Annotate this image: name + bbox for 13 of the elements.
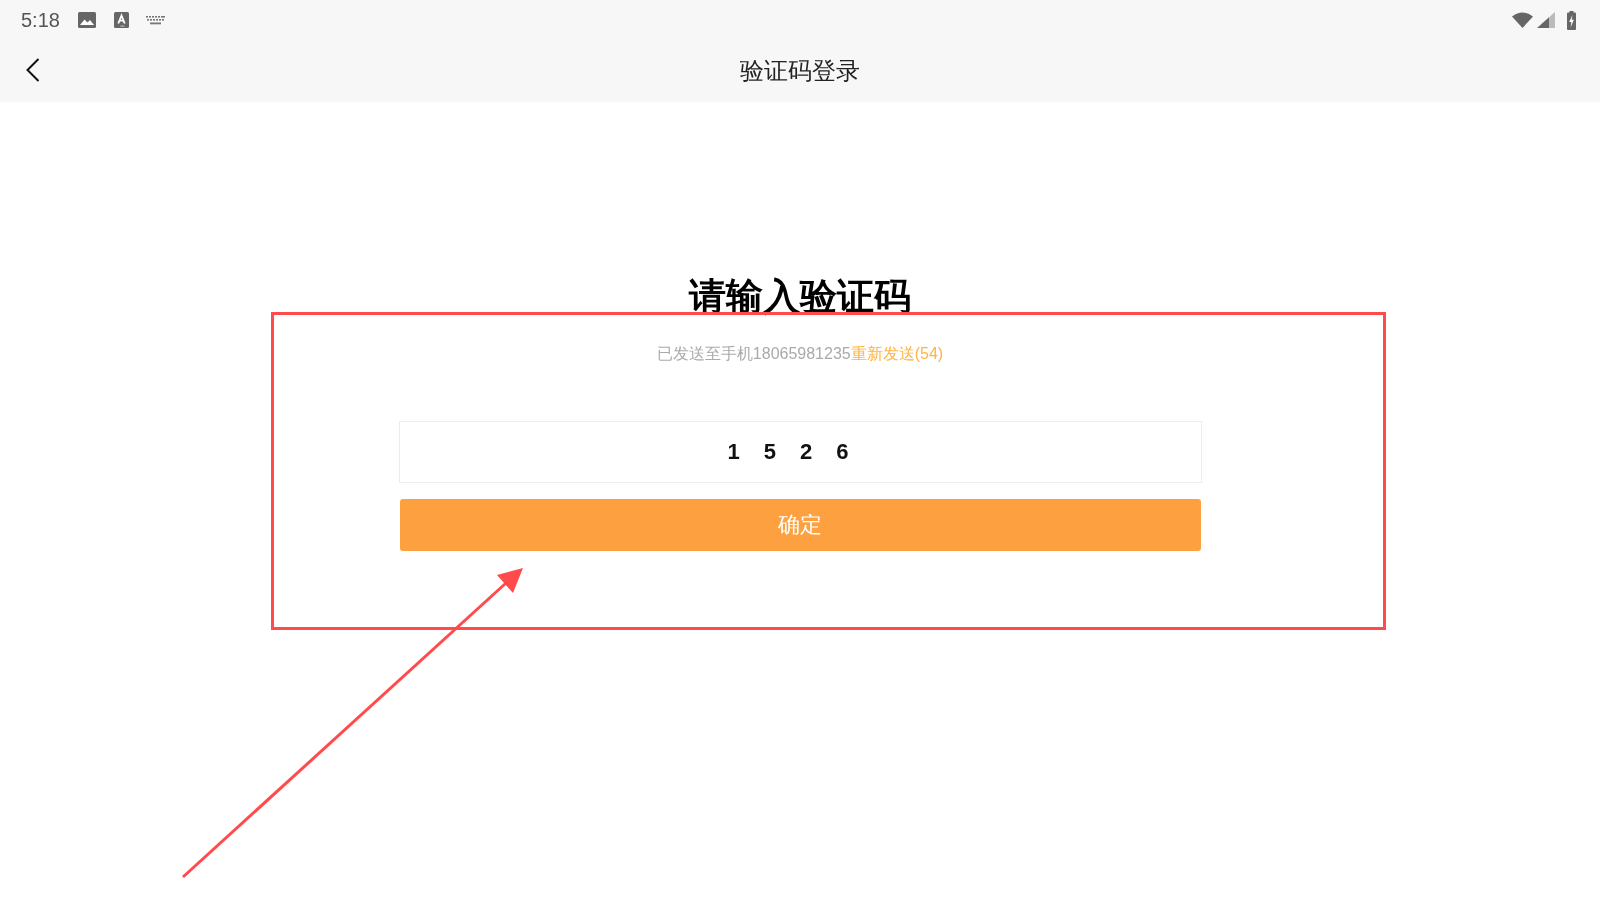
status-time: 5:18 xyxy=(21,8,60,32)
letter-a-icon xyxy=(113,12,129,28)
code-input-field[interactable]: 1526 xyxy=(398,421,1202,483)
sent-notice-text: 已发送至手机18065981235 xyxy=(656,345,851,362)
keyboard-icon xyxy=(145,15,165,25)
signal-icon xyxy=(1537,12,1555,28)
battery-charging-icon xyxy=(1567,10,1576,30)
confirm-button[interactable]: 确定 xyxy=(399,499,1201,551)
resend-link[interactable]: 重新发送(54) xyxy=(850,345,944,362)
image-icon xyxy=(77,12,96,28)
page-title: 验证码登录 xyxy=(740,56,860,86)
wifi-icon xyxy=(1512,12,1533,28)
chevron-left-icon xyxy=(26,58,40,82)
